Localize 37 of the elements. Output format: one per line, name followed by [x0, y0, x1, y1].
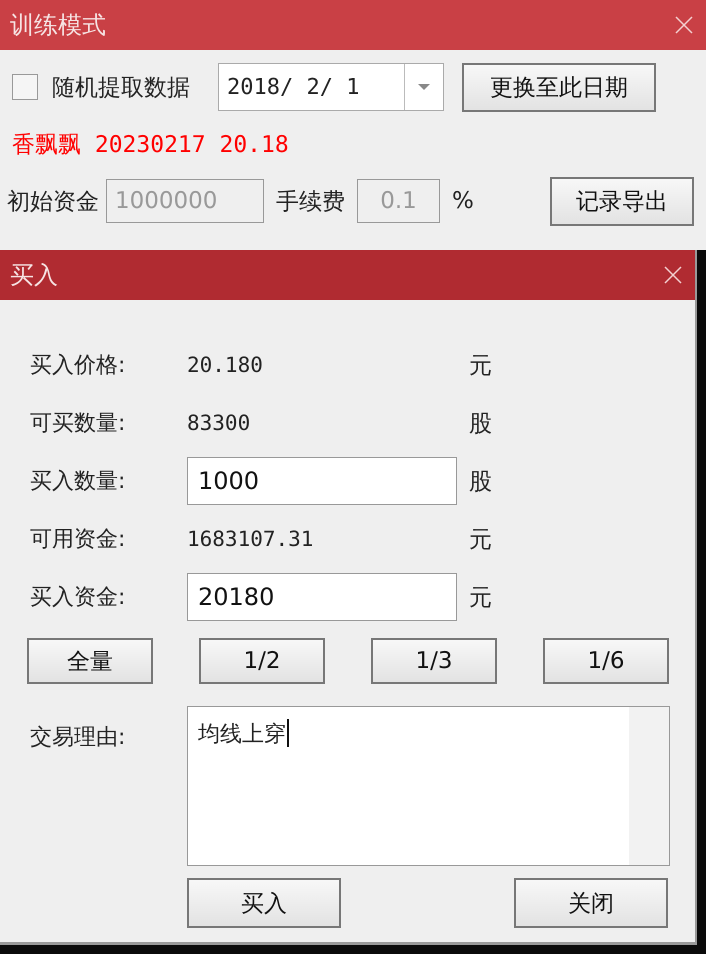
field-label: 买入资金:: [30, 584, 126, 612]
input-field[interactable]: 1000: [187, 457, 457, 505]
dialog-button[interactable]: 关闭: [514, 878, 668, 928]
unit-label: 元: [469, 584, 492, 612]
field-label: 买入价格:: [30, 352, 126, 380]
stock-info: 香飘飘 20230217 20.18: [12, 130, 289, 160]
fee-label: 手续费: [276, 188, 345, 216]
field-label: 买入数量:: [30, 468, 126, 496]
reason-label: 交易理由:: [30, 724, 126, 752]
initial-capital-label: 初始资金: [7, 188, 99, 216]
window-title: 买入: [10, 260, 58, 291]
unit-label: 股: [469, 468, 492, 496]
unit-label: 元: [469, 352, 492, 380]
ratio-button[interactable]: 全量: [27, 638, 153, 684]
reason-text-area[interactable]: 均线上穿: [187, 706, 670, 866]
dropdown-arrow-icon: [417, 83, 431, 91]
field-value: 83300: [187, 411, 250, 435]
dialog-button[interactable]: 买入: [187, 878, 341, 928]
ratio-button[interactable]: 1/6: [543, 638, 669, 684]
ratio-button[interactable]: 1/3: [371, 638, 497, 684]
field-label: 可用资金:: [30, 526, 126, 554]
checkbox[interactable]: [12, 74, 38, 100]
close-icon[interactable]: [674, 15, 694, 35]
unit-label: 股: [469, 410, 492, 438]
checkbox-label: 随机提取数据: [52, 74, 190, 102]
ratio-button[interactable]: 1/2: [199, 638, 325, 684]
percent-label: %: [452, 188, 474, 214]
unit-label: 元: [469, 526, 492, 554]
input-field[interactable]: 20180: [187, 573, 457, 621]
field-value: 20.180: [187, 353, 263, 377]
field-value: 1683107.31: [187, 527, 314, 551]
export-button[interactable]: 记录导出: [550, 176, 694, 226]
close-icon[interactable]: [663, 265, 683, 285]
field-label: 可买数量:: [30, 410, 126, 438]
date-dropdown[interactable]: 2018/ 2/ 1: [218, 63, 444, 111]
change-date-button[interactable]: 更换至此日期: [462, 62, 656, 112]
window-title: 训练模式: [10, 10, 106, 41]
